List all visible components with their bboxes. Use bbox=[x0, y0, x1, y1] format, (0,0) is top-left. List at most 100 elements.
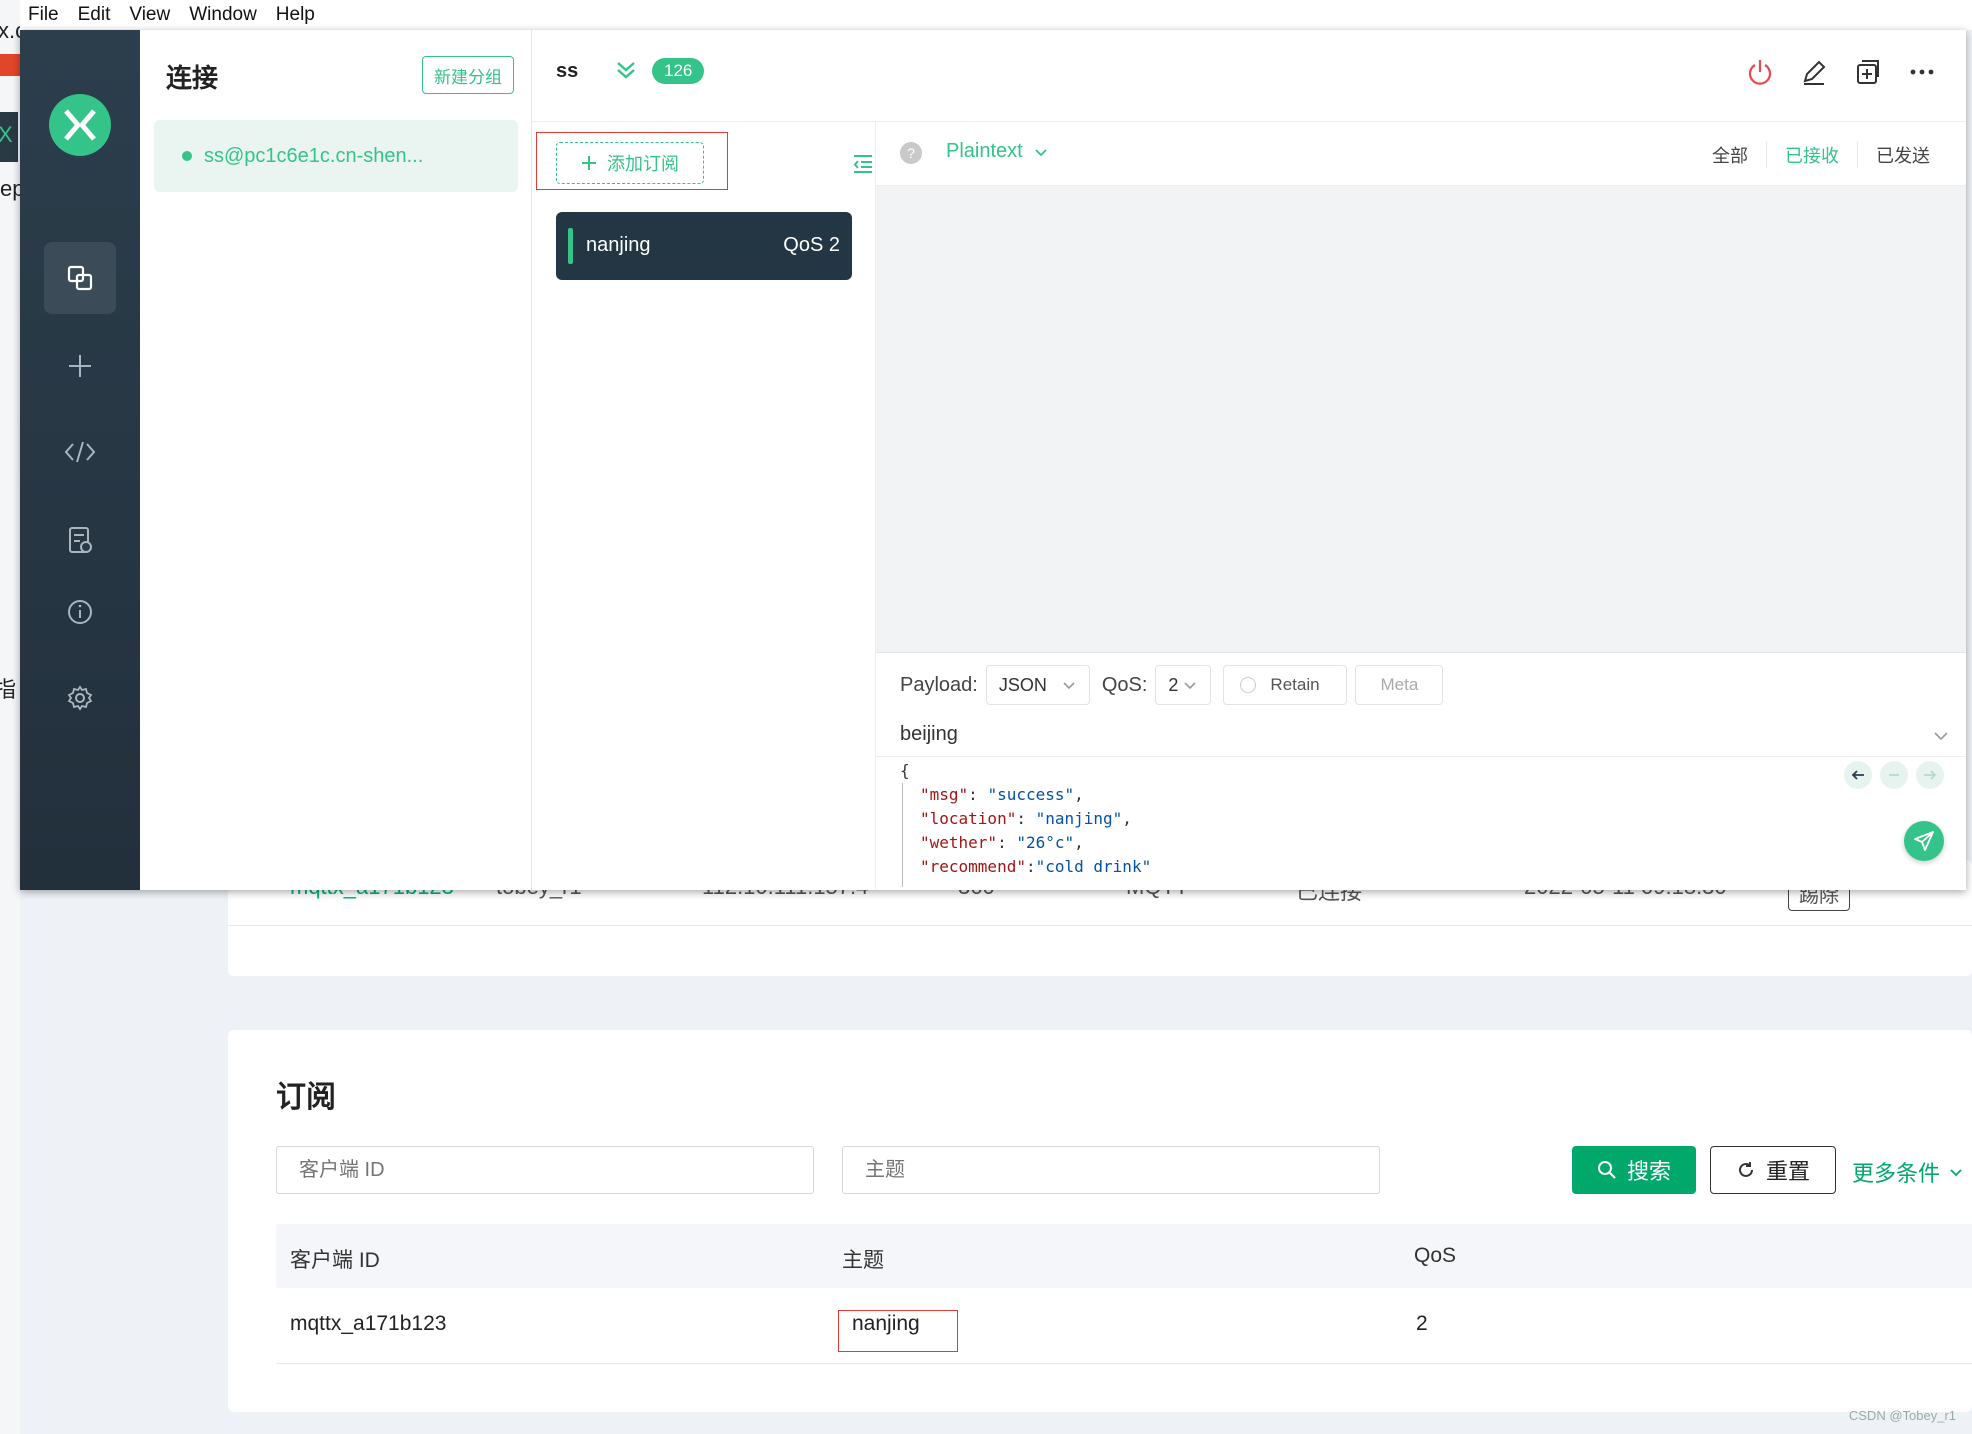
connection-name: ss@pc1c6e1c.cn-shen... bbox=[204, 144, 424, 167]
payload-line: "recommend":"cold drink" bbox=[920, 857, 1152, 876]
menu-help[interactable]: Help bbox=[276, 4, 315, 26]
payload-format-select[interactable]: JSON bbox=[985, 665, 1090, 705]
history-nav bbox=[1844, 761, 1944, 789]
cell-qos: 2 bbox=[1416, 1312, 1428, 1335]
qos-select[interactable]: 2 bbox=[1155, 665, 1212, 705]
highlight-box-topic-cell bbox=[838, 1310, 958, 1352]
subscription-topic: nanjing bbox=[586, 234, 651, 256]
minus-icon bbox=[1889, 774, 1899, 776]
chevron-down-icon[interactable] bbox=[1932, 727, 1950, 745]
new-group-button[interactable]: 新建分组 bbox=[422, 56, 514, 94]
nav-new-connection[interactable] bbox=[44, 330, 116, 402]
subscription-item[interactable]: nanjing QoS 2 bbox=[556, 212, 852, 280]
payload-line: "wether": "26°c", bbox=[920, 833, 1084, 852]
payload-line: "msg": "success", bbox=[920, 785, 1084, 804]
table-row: mqttx_a171b123 nanjing 2 bbox=[276, 1288, 1972, 1364]
retain-radio bbox=[1240, 677, 1257, 693]
bg-red-tab bbox=[0, 54, 20, 76]
edit-icon[interactable] bbox=[1800, 58, 1828, 86]
arrow-left-icon bbox=[1851, 770, 1864, 780]
nav-connections[interactable] bbox=[44, 242, 116, 314]
arrow-right-icon bbox=[1924, 770, 1937, 780]
publish-topic-row: beijing bbox=[876, 715, 1966, 757]
filter-all[interactable]: 全部 bbox=[1694, 142, 1766, 168]
connections-icon bbox=[67, 265, 93, 291]
reset-label: 重置 bbox=[1765, 1159, 1810, 1184]
connection-title: ss bbox=[556, 60, 579, 82]
chevron-down-icon bbox=[1035, 148, 1047, 156]
bg-text-2: X bbox=[0, 112, 18, 162]
menu-view[interactable]: View bbox=[129, 4, 170, 26]
bg-text-1: x.c bbox=[0, 18, 20, 43]
chevron-down-icon bbox=[1950, 1169, 1962, 1177]
payload-label: Payload: bbox=[900, 673, 978, 696]
collapse-subscriptions-button[interactable] bbox=[851, 152, 875, 181]
filter-received[interactable]: 已接收 bbox=[1766, 142, 1857, 168]
menu-edit[interactable]: Edit bbox=[78, 4, 111, 26]
chevron-down-icon bbox=[1184, 682, 1196, 690]
bg-text-4: 指 bbox=[0, 677, 17, 702]
payload-line: { bbox=[900, 761, 910, 780]
messages-toolbar: ? Plaintext 全部 已接收 已发送 bbox=[876, 122, 1966, 186]
nav-script[interactable] bbox=[44, 416, 116, 488]
publish-options: Payload: JSON QoS: 2 Retain Meta bbox=[900, 665, 1444, 705]
search-button[interactable]: 搜索 bbox=[1572, 1146, 1696, 1194]
nav-about[interactable] bbox=[44, 576, 116, 648]
info-icon bbox=[68, 600, 92, 624]
menu-bar: File Edit View Window Help bbox=[20, 0, 1972, 30]
qos-label: QoS: bbox=[1101, 673, 1148, 696]
more-conditions-label: 更多条件 bbox=[1852, 1161, 1941, 1186]
background-window-strip: x.c X ep 指 bbox=[0, 0, 20, 1434]
power-icon[interactable] bbox=[1746, 58, 1774, 86]
menu-window[interactable]: Window bbox=[189, 4, 257, 26]
double-chevron-down-icon bbox=[617, 62, 635, 79]
history-clear-button[interactable] bbox=[1880, 761, 1908, 789]
publish-topic-input[interactable]: beijing bbox=[900, 723, 958, 746]
new-window-icon[interactable] bbox=[1854, 58, 1882, 86]
logo-icon bbox=[64, 109, 96, 141]
nav-log[interactable] bbox=[44, 504, 116, 576]
send-button[interactable] bbox=[1904, 821, 1944, 861]
payload-editor[interactable]: {"msg": "success", "location": "nanjing",… bbox=[900, 759, 1800, 887]
more-icon[interactable] bbox=[1908, 58, 1936, 86]
col-qos: QoS bbox=[1414, 1244, 1457, 1267]
gear-icon bbox=[67, 685, 93, 711]
cell-client-id: mqttx_a171b123 bbox=[290, 1312, 447, 1335]
collapse-list-icon bbox=[853, 155, 872, 173]
help-icon[interactable]: ? bbox=[900, 142, 922, 164]
topic-input[interactable] bbox=[842, 1146, 1380, 1194]
header-actions bbox=[1746, 58, 1936, 86]
reset-button[interactable]: 重置 bbox=[1710, 1146, 1836, 1194]
meta-button[interactable]: Meta bbox=[1355, 665, 1444, 705]
connection-header: ss 126 bbox=[532, 30, 1966, 122]
connected-status-dot bbox=[182, 151, 192, 161]
more-conditions-link[interactable]: 更多条件 bbox=[1852, 1156, 1964, 1188]
editor-fold-guide bbox=[902, 783, 903, 887]
subscription-qos: QoS 2 bbox=[783, 234, 840, 256]
connections-title: 连接 bbox=[166, 63, 219, 93]
nav-settings[interactable] bbox=[44, 662, 116, 734]
expand-button[interactable] bbox=[614, 58, 638, 87]
subscriptions-panel: 添加订阅 nanjing QoS 2 bbox=[532, 122, 876, 890]
search-icon bbox=[1597, 1161, 1616, 1179]
menu-file[interactable]: File bbox=[28, 4, 59, 26]
subscriptions-title: 订阅 bbox=[276, 1081, 336, 1114]
history-next-button[interactable] bbox=[1916, 761, 1944, 789]
mqttx-window: 连接 新建分组 ss@pc1c6e1c.cn-shen... ss 126 添加… bbox=[20, 30, 1966, 890]
filter-sent[interactable]: 已发送 bbox=[1857, 142, 1948, 168]
qos-value: 2 bbox=[1168, 674, 1179, 695]
highlight-box-add-subscription bbox=[536, 132, 728, 190]
log-icon bbox=[69, 527, 92, 553]
left-nav bbox=[20, 30, 140, 890]
client-id-input[interactable] bbox=[276, 1146, 814, 1194]
connection-item[interactable]: ss@pc1c6e1c.cn-shen... bbox=[154, 120, 518, 192]
message-count-badge: 126 bbox=[652, 58, 705, 84]
history-prev-button[interactable] bbox=[1844, 761, 1872, 789]
chevron-down-icon bbox=[1063, 682, 1075, 690]
refresh-icon bbox=[1739, 1162, 1753, 1177]
payload-format-value: JSON bbox=[998, 674, 1047, 695]
retain-toggle[interactable]: Retain bbox=[1223, 665, 1348, 705]
send-icon bbox=[1914, 831, 1934, 851]
message-format-select[interactable]: Plaintext bbox=[946, 140, 1049, 163]
table-header: 客户端 ID 主题 QoS bbox=[276, 1224, 1972, 1288]
